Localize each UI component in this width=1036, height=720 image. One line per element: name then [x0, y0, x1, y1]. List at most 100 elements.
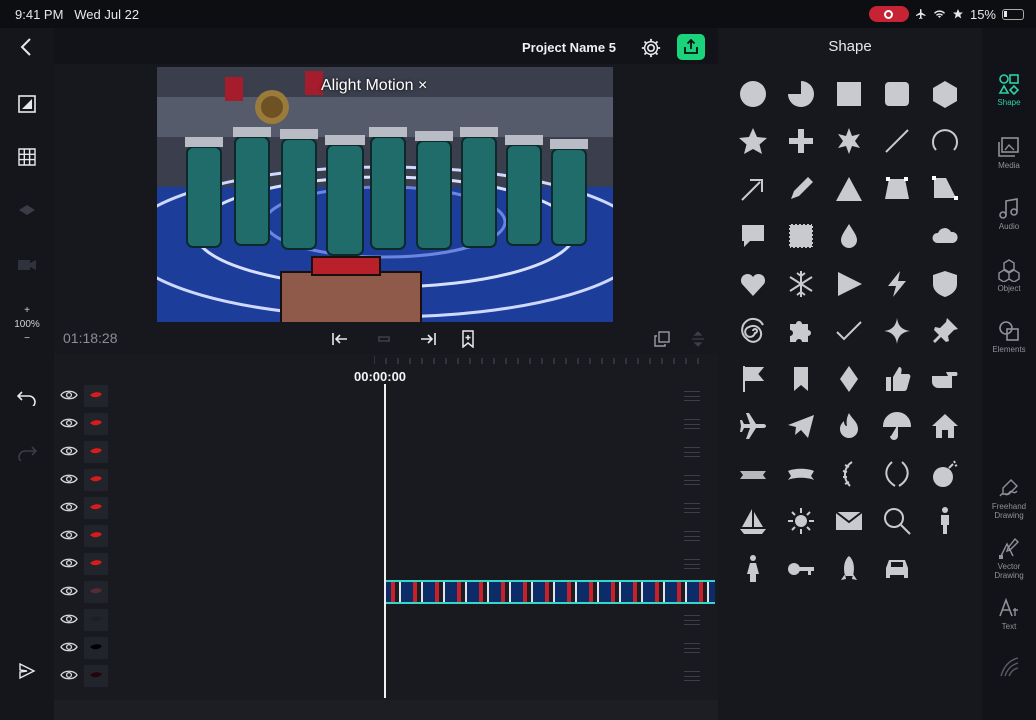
shape-arrow[interactable] [729, 165, 777, 213]
layer-row[interactable] [54, 466, 718, 494]
shape-paper-plane[interactable] [777, 403, 825, 451]
eye-icon[interactable] [60, 388, 78, 402]
timeline-scrollbar[interactable] [54, 700, 718, 720]
eye-icon[interactable] [60, 500, 78, 514]
layer-thumbnail[interactable] [84, 385, 108, 407]
shape-stamp[interactable] [777, 213, 825, 261]
shape-laurel-wreath[interactable] [873, 450, 921, 498]
duplicate-button[interactable] [652, 329, 672, 349]
tab-audio[interactable]: Audio [982, 196, 1036, 231]
shape-flower[interactable] [825, 118, 873, 166]
playhead[interactable] [384, 384, 386, 698]
shape-play[interactable] [825, 260, 873, 308]
video-clip-strip[interactable] [385, 580, 715, 604]
tab-media[interactable]: Media [982, 135, 1036, 170]
layer-row[interactable] [54, 522, 718, 550]
shape-rocket[interactable] [825, 545, 873, 593]
layer-thumbnail[interactable] [84, 553, 108, 575]
shape-flame[interactable] [825, 403, 873, 451]
redo-button[interactable] [14, 440, 40, 466]
layer-thumbnail[interactable] [84, 525, 108, 547]
shape-puzzle[interactable] [777, 308, 825, 356]
eye-icon[interactable] [60, 556, 78, 570]
loop-button[interactable] [374, 329, 394, 349]
shape-key[interactable] [777, 545, 825, 593]
eye-icon[interactable] [60, 528, 78, 542]
layer-thumbnail[interactable] [84, 637, 108, 659]
timeline[interactable]: 00:00:00 [54, 354, 718, 700]
drag-handle-icon[interactable] [684, 419, 700, 429]
shape-check[interactable] [825, 308, 873, 356]
jump-to-start-button[interactable] [330, 329, 350, 349]
layer-row[interactable] [54, 634, 718, 662]
shape-house[interactable] [921, 403, 969, 451]
layer-row[interactable] [54, 606, 718, 634]
shape-slanted-quad[interactable] [921, 165, 969, 213]
layer-row[interactable] [54, 382, 718, 410]
shape-plus[interactable] [777, 118, 825, 166]
watermark-label[interactable]: Alight Motion × [321, 77, 427, 95]
eye-icon[interactable] [60, 640, 78, 654]
aspect-ratio-button[interactable] [14, 91, 40, 117]
shape-cloud[interactable] [921, 213, 969, 261]
shape-spiral[interactable] [729, 308, 777, 356]
shape-hexagon[interactable] [921, 70, 969, 118]
shape-sun[interactable] [777, 498, 825, 546]
tab-elements[interactable]: Elements [982, 319, 1036, 354]
grid-button[interactable] [14, 144, 40, 170]
shape-pin[interactable] [921, 308, 969, 356]
shape-flag[interactable] [729, 355, 777, 403]
shape-triangle[interactable] [825, 165, 873, 213]
zoom-out-icon[interactable]: − [0, 332, 54, 346]
shape-pencil[interactable] [777, 165, 825, 213]
project-name[interactable]: Project Name 5 [522, 40, 616, 55]
shape-magnifier[interactable] [873, 498, 921, 546]
tab-object[interactable]: Object [982, 258, 1036, 293]
shape-woman[interactable] [729, 545, 777, 593]
shape-circle[interactable] [729, 70, 777, 118]
project-settings-button[interactable] [640, 37, 662, 59]
undo-button[interactable] [14, 385, 40, 411]
shape-man[interactable] [921, 498, 969, 546]
eye-icon[interactable] [60, 668, 78, 682]
back-button[interactable] [14, 34, 40, 60]
eye-icon[interactable] [60, 472, 78, 486]
shape-airplane[interactable] [729, 403, 777, 451]
layer-thumbnail[interactable] [84, 497, 108, 519]
shape-umbrella[interactable] [873, 403, 921, 451]
tab-text[interactable]: Text [982, 596, 1036, 631]
shape-envelope[interactable] [825, 498, 873, 546]
drag-handle-icon[interactable] [684, 475, 700, 485]
shape-trapezoid[interactable] [873, 165, 921, 213]
eye-icon[interactable] [60, 416, 78, 430]
tab-shape[interactable]: Shape [982, 72, 1036, 107]
shape-bomb[interactable] [921, 450, 969, 498]
layers-button[interactable] [14, 198, 40, 224]
camera-button[interactable] [14, 252, 40, 278]
shape-shield[interactable] [921, 260, 969, 308]
layer-thumbnail[interactable] [84, 469, 108, 491]
layer-row[interactable] [54, 494, 718, 522]
shape-diamond[interactable] [825, 355, 873, 403]
shape-square[interactable] [825, 70, 873, 118]
eye-icon[interactable] [60, 612, 78, 626]
layer-row[interactable] [54, 662, 718, 690]
tab-freehand-drawing[interactable]: Freehand Drawing [982, 476, 1036, 520]
drag-handle-icon[interactable] [684, 391, 700, 401]
drag-handle-icon[interactable] [684, 447, 700, 457]
shape-snowflake[interactable] [777, 260, 825, 308]
zoom-in-icon[interactable]: + [0, 304, 54, 318]
drag-handle-icon[interactable] [684, 531, 700, 541]
eye-icon[interactable] [60, 584, 78, 598]
shape-bookmark[interactable] [777, 355, 825, 403]
shape-car[interactable] [873, 545, 921, 593]
shape-pie[interactable] [777, 70, 825, 118]
jump-to-end-button[interactable] [418, 329, 438, 349]
tab-vector-drawing[interactable]: Vector Drawing [982, 536, 1036, 580]
shape-banner[interactable] [777, 450, 825, 498]
shape-pointing-hand[interactable] [921, 355, 969, 403]
layer-thumbnail[interactable] [84, 441, 108, 463]
layer-row[interactable] [54, 410, 718, 438]
shape-crescent[interactable] [873, 213, 921, 261]
shape-rounded-square[interactable] [873, 70, 921, 118]
